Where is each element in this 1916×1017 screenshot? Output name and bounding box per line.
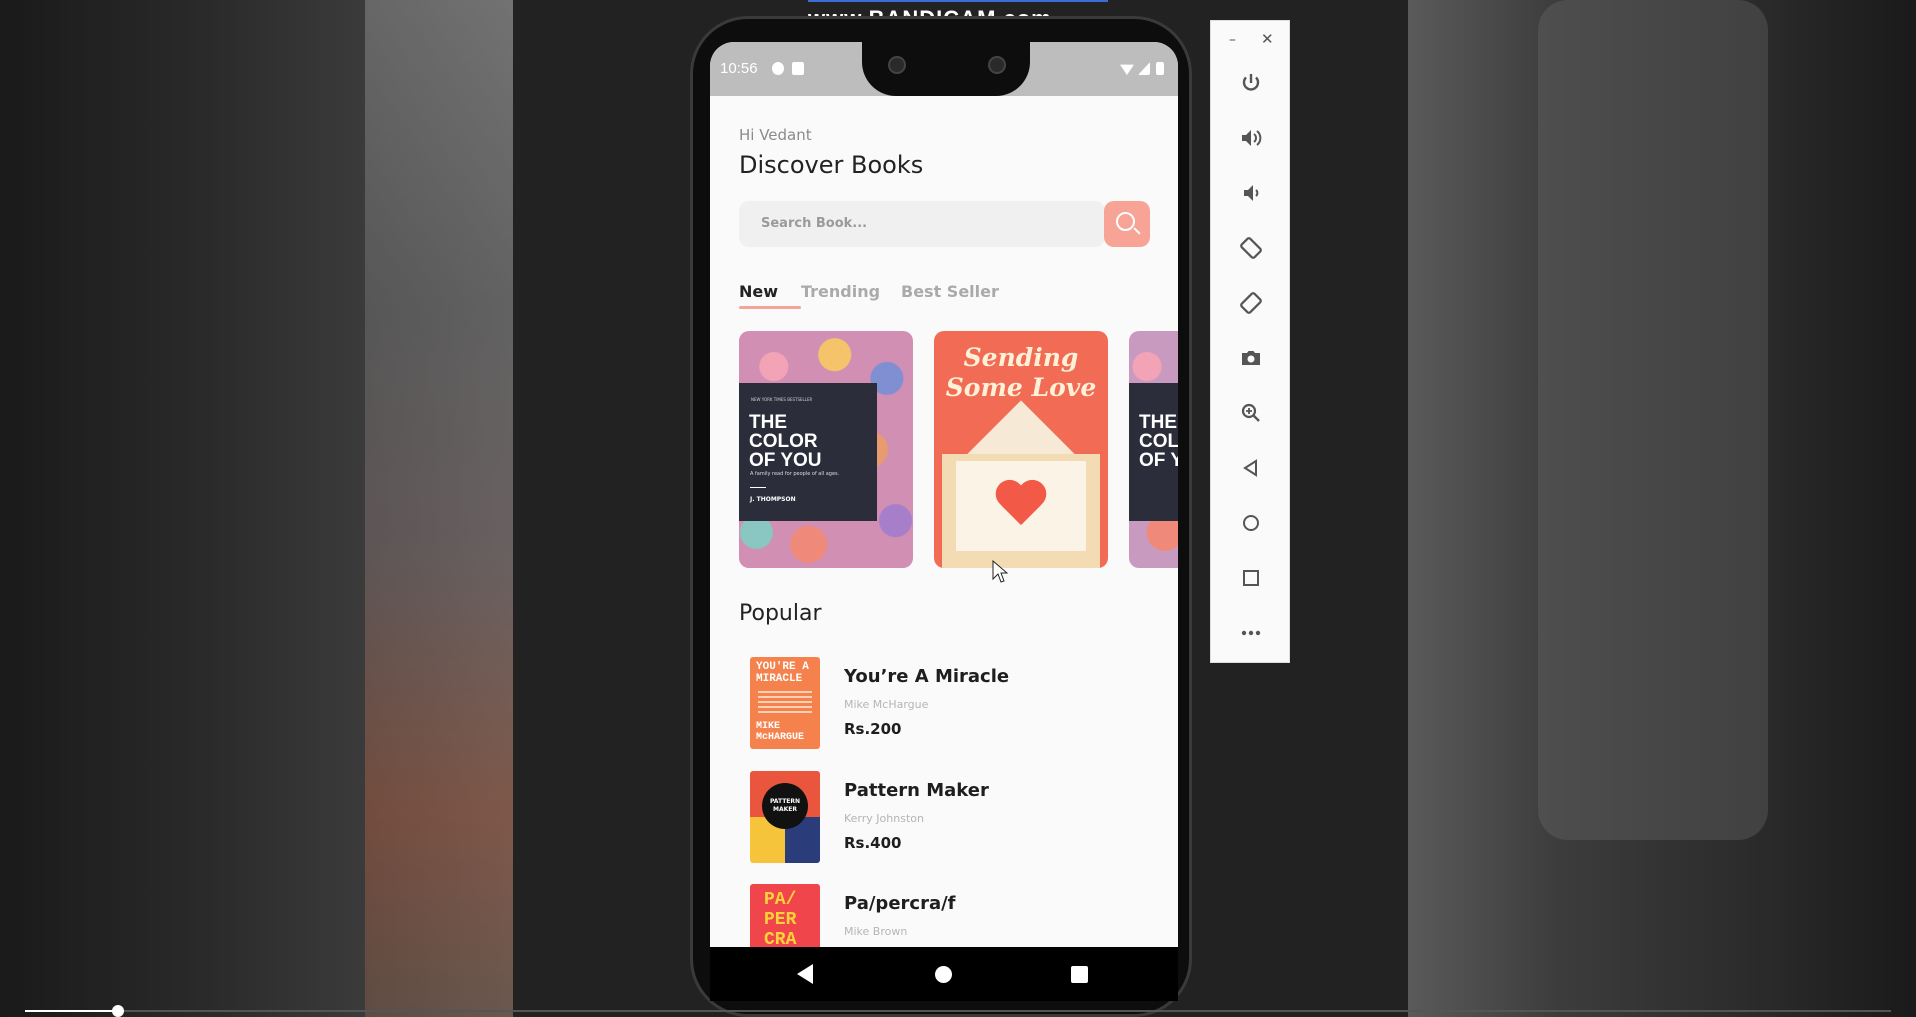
nav-recents-icon[interactable] [1071, 966, 1088, 983]
phone-screen: 10:56 Hi Vedant Discover Books Search Bo… [710, 42, 1178, 947]
sd-card-icon [792, 62, 804, 75]
popular-book-cover[interactable]: PA/ PER CRA [750, 884, 820, 947]
wifi-icon [1120, 64, 1134, 75]
blurred-background-left [0, 0, 513, 1017]
cover-title: THE COL OF Y [1139, 412, 1178, 471]
cover-title: PATTERN MAKER [769, 798, 801, 813]
popular-book-author: Kerry Johnston [844, 812, 924, 825]
cover-author: MIKE McHARGUE [756, 721, 805, 743]
cover-subtitle: A family read for people of all ages. [750, 471, 840, 477]
search-placeholder: Search Book... [761, 216, 868, 231]
minimize-button[interactable]: – [1229, 32, 1236, 48]
book-cover-partial[interactable]: THE COL OF Y [1129, 331, 1178, 568]
active-tab-indicator [739, 306, 801, 309]
front-camera [888, 56, 906, 74]
nav-back-icon[interactable] [797, 964, 813, 984]
popular-book-title[interactable]: Pa/percra/f [844, 893, 956, 914]
popular-book-title[interactable]: You’re A Miracle [844, 666, 1009, 687]
mouse-cursor-icon [992, 560, 1008, 583]
video-progress-fill [25, 1010, 119, 1012]
android-nav-bar [710, 947, 1178, 1001]
battery-icon [1156, 62, 1164, 75]
cover-tagline: NEW YORK TIMES BESTSELLER [751, 397, 813, 402]
watermark-bar [808, 0, 1108, 2]
camera-notch [862, 40, 1030, 96]
cover-title: PA/ PER CRA [764, 890, 797, 947]
popular-book-cover[interactable]: YOU'RE A MIRACLE MIKE McHARGUE [750, 657, 820, 749]
camera-icon[interactable] [1231, 338, 1271, 378]
section-title: Popular [739, 601, 822, 626]
heart-icon [996, 481, 1046, 531]
emulator-toolbar: – ✕ [1210, 20, 1290, 663]
zoom-icon[interactable] [1231, 393, 1271, 433]
page-title: Discover Books [739, 151, 924, 179]
popular-book-cover[interactable]: PATTERN MAKER [750, 771, 820, 863]
popular-book-title[interactable]: Pattern Maker [844, 780, 989, 801]
book-cover-the-color-of-you[interactable]: NEW YORK TIMES BESTSELLER THE COLOR OF Y… [739, 331, 913, 568]
rotate-left-icon[interactable] [1231, 228, 1271, 268]
cover-title: YOU'RE A MIRACLE [756, 661, 809, 685]
cover-author: J. THOMPSON [750, 496, 796, 503]
search-icon [1116, 212, 1135, 231]
volume-up-icon[interactable] [1231, 118, 1271, 158]
front-camera [988, 56, 1006, 74]
nav-home-icon[interactable] [935, 966, 952, 983]
power-icon[interactable] [1231, 63, 1271, 103]
popular-book-author: Mike Brown [844, 925, 908, 938]
book-cover-sending-some-love[interactable]: Sending Some Love [934, 331, 1108, 568]
status-time: 10:56 [720, 60, 758, 77]
notification-icon [772, 62, 784, 75]
tab-best-seller[interactable]: Best Seller [901, 282, 999, 301]
more-icon[interactable] [1231, 613, 1271, 653]
cover-title: Sending Some Love [945, 343, 1097, 402]
blurred-background-right [1408, 0, 1916, 1017]
video-progress-track[interactable] [25, 1010, 1891, 1012]
home-icon[interactable] [1231, 503, 1271, 543]
tab-trending[interactable]: Trending [801, 282, 880, 301]
cover-title: THE COLOR OF YOU [749, 412, 822, 471]
overview-icon[interactable] [1231, 558, 1271, 598]
tab-new[interactable]: New [739, 282, 778, 301]
popular-book-price: Rs.400 [844, 834, 902, 852]
rotate-right-icon[interactable] [1231, 283, 1271, 323]
popular-book-author: Mike McHargue [844, 698, 929, 711]
close-button[interactable]: ✕ [1261, 30, 1274, 48]
greeting: Hi Vedant [739, 126, 812, 144]
signal-icon [1138, 62, 1150, 75]
back-icon[interactable] [1231, 448, 1271, 488]
popular-book-price: Rs.200 [844, 720, 902, 738]
search-input[interactable]: Search Book... [739, 201, 1105, 247]
search-button[interactable] [1104, 201, 1150, 247]
screen-recording: www.BANDICAM.com 10:56 Hi Vedant Discove… [0, 0, 1916, 1017]
volume-down-icon[interactable] [1231, 173, 1271, 213]
